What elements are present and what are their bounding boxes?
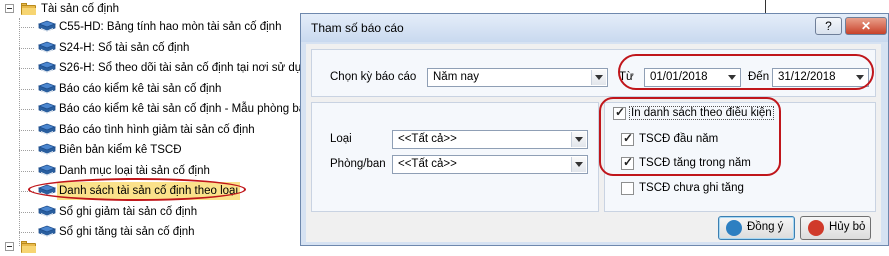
tree-connector	[19, 150, 34, 151]
report-book-icon	[38, 41, 56, 55]
report-tree: Tài sản cố định C55-HD: Bảng tính hao mò…	[0, 0, 314, 253]
report-book-icon	[38, 205, 56, 219]
report-book-icon	[38, 82, 56, 96]
tree-item[interactable]: Danh mục loại tài sản cố định	[0, 162, 300, 180]
tree-item-label: Danh mục loại tài sản cố định	[59, 164, 210, 177]
folder-icon	[21, 241, 36, 253]
tree-root-label: Tài sản cố định	[41, 3, 119, 15]
background-window-edge	[765, 0, 774, 13]
tree-connector	[19, 109, 34, 110]
period-panel: Chọn kỳ báo cáo Năm nay Từ 01/01/2018 Đế…	[311, 49, 876, 97]
tree-connector	[19, 27, 34, 28]
check-icon	[726, 220, 742, 236]
tree-item[interactable]: S26-H: Sổ theo dõi tài sản cố định tại n…	[0, 59, 314, 77]
tree-connector	[19, 88, 34, 90]
filter-panel: Loại <<Tất cả>> Phòng/ban <<Tất cả>>	[311, 102, 599, 212]
tree-item[interactable]: Sổ ghi giảm tài sản cố định	[0, 203, 300, 221]
collapse-icon[interactable]	[5, 4, 14, 13]
tree-connector	[19, 232, 34, 233]
date-range-highlight-oval	[618, 54, 874, 90]
options-highlight-oval	[599, 97, 781, 176]
dialog-body: Chọn kỳ báo cáo Năm nay Từ 01/01/2018 Đế…	[306, 44, 881, 242]
dialog-title: Tham số báo cáo	[311, 21, 404, 35]
period-select[interactable]: Năm nay	[427, 68, 608, 87]
report-book-icon	[38, 164, 56, 178]
tree-item[interactable]: Báo cáo tình hình giảm tài sản cố định	[0, 121, 300, 139]
tree-item[interactable]: Báo cáo kiểm kê tài sản cố định	[0, 80, 300, 98]
report-book-icon	[38, 225, 56, 239]
tree-connector	[19, 170, 34, 172]
dept-label: Phòng/ban	[330, 158, 386, 170]
tree-item-label: Sổ ghi giảm tài sản cố định	[59, 205, 198, 218]
chevron-down-icon[interactable]	[571, 132, 586, 147]
tree-item-label: C55-HD: Bảng tính hao mòn tài sản cố địn…	[59, 21, 282, 33]
type-select[interactable]: <<Tất cả>>	[392, 130, 588, 149]
tree-item[interactable]: C55-HD: Bảng tính hao mòn tài sản cố địn…	[0, 18, 300, 36]
tree-root[interactable]: Tài sản cố định	[0, 0, 300, 18]
selection-highlight-oval	[28, 178, 246, 201]
report-book-icon	[38, 102, 56, 116]
dialog-titlebar[interactable]: Tham số báo cáo ? ✕	[301, 14, 888, 42]
chevron-down-icon[interactable]	[571, 157, 586, 172]
tree-connector	[19, 68, 34, 69]
expand-icon[interactable]	[5, 242, 14, 251]
dept-select[interactable]: <<Tất cả>>	[392, 155, 588, 174]
tscd-not-recorded-label: TSCĐ chưa ghi tăng	[639, 182, 744, 194]
tree-connector	[19, 47, 34, 49]
cancel-icon	[808, 220, 824, 236]
tscd-not-recorded-checkbox[interactable]	[621, 182, 634, 195]
ok-button[interactable]: Đồng ý	[718, 216, 795, 240]
tree-next-folder[interactable]	[0, 238, 60, 256]
report-book-icon	[38, 143, 56, 157]
tree-item-label: Báo cáo kiểm kê tài sản cố định - Mẫu ph…	[59, 103, 312, 115]
type-label: Loại	[330, 133, 352, 145]
report-book-icon	[38, 20, 56, 34]
report-book-icon	[38, 61, 56, 75]
tree-item-label: Báo cáo kiểm kê tài sản cố định	[59, 82, 222, 95]
chevron-down-icon[interactable]	[591, 70, 606, 85]
tree-connector	[19, 211, 34, 213]
tree-item[interactable]: S24-H: Sổ tài sản cố định	[0, 39, 300, 57]
tree-item-label: Báo cáo tình hình giảm tài sản cố định	[59, 123, 255, 136]
tree-item-label: S24-H: Sổ tài sản cố định	[59, 41, 190, 54]
close-button[interactable]: ✕	[845, 17, 887, 35]
options-panel: In danh sách theo điều kiện TSCĐ đầu năm…	[599, 97, 876, 212]
cancel-button[interactable]: Hủy bỏ	[800, 216, 871, 240]
tree-item-label: Sổ ghi tăng tài sản cố định	[59, 226, 195, 238]
tree-item-label: S26-H: Sổ theo dõi tài sản cố định tại n…	[59, 62, 314, 74]
report-book-icon	[38, 123, 56, 137]
tree-connector	[19, 129, 34, 131]
tree-item-label: Biên bản kiểm kê TSCĐ	[59, 144, 182, 156]
help-button[interactable]: ?	[815, 17, 842, 35]
period-label: Chọn kỳ báo cáo	[330, 71, 417, 83]
folder-icon	[21, 3, 36, 15]
tree-item[interactable]: Báo cáo kiểm kê tài sản cố định - Mẫu ph…	[0, 100, 312, 118]
tree-item[interactable]: Biên bản kiểm kê TSCĐ	[0, 141, 300, 159]
report-parameters-dialog: Tham số báo cáo ? ✕ Chọn kỳ báo cáo Năm …	[300, 13, 889, 246]
